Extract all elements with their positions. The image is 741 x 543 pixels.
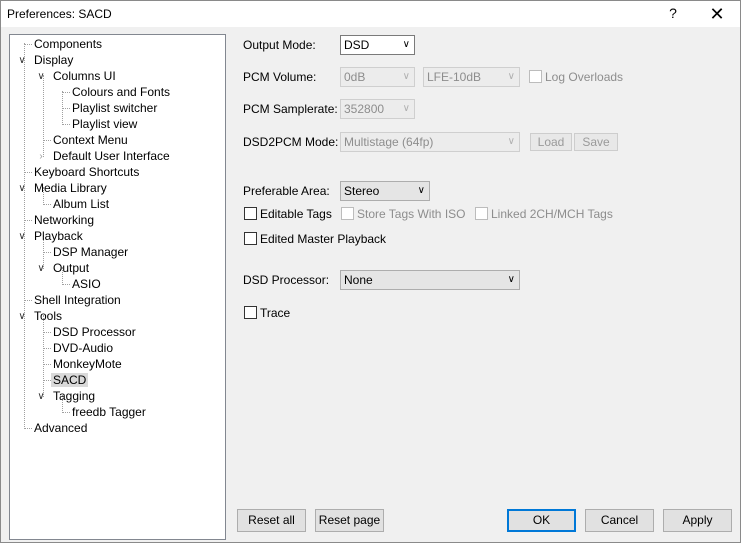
tree-item-playlist-switcher[interactable]: Playlist switcher [70, 100, 159, 116]
output-mode-select[interactable]: DSD ∨ [340, 35, 415, 55]
output-mode-label: Output Mode: [243, 38, 316, 52]
tree-line [43, 380, 51, 381]
tree-line [43, 348, 51, 349]
tree-item-dsp-manager[interactable]: DSP Manager [51, 244, 130, 260]
tree-item-playlist-view[interactable]: Playlist view [70, 116, 139, 132]
tree-item-dvd-audio[interactable]: DVD-Audio [51, 340, 115, 356]
apply-button[interactable]: Apply [663, 509, 732, 532]
chevron-down-icon: ∨ [507, 71, 515, 82]
tree-line [43, 252, 51, 253]
chevron-down-icon: ∨ [507, 274, 515, 285]
tree-item-keyboard-shortcuts[interactable]: Keyboard Shortcuts [32, 164, 141, 180]
tree-item-display[interactable]: Display [32, 52, 75, 68]
tree-item-media-library[interactable]: Media Library [32, 180, 109, 196]
dsd2pcm-mode-label: DSD2PCM Mode: [243, 135, 339, 149]
tree-item-colours-and-fonts[interactable]: Colours and Fonts [70, 84, 172, 100]
tree-item-shell-integration[interactable]: Shell Integration [32, 292, 123, 308]
lfe-volume-select[interactable]: LFE-10dB ∨ [423, 67, 520, 87]
chevron-down-icon: ∨ [402, 39, 410, 50]
tree-line [62, 108, 70, 109]
cancel-button[interactable]: Cancel [585, 509, 654, 532]
collapse-chevron-icon[interactable]: ∨ [17, 229, 27, 245]
tree-item-tagging[interactable]: Tagging [51, 388, 97, 404]
tree-line [62, 92, 70, 93]
tree-item-components[interactable]: Components [32, 36, 104, 52]
ok-button[interactable]: OK [507, 509, 576, 532]
tree-item-columns-ui[interactable]: Columns UI [51, 68, 118, 84]
tree-item-monkeymote[interactable]: MonkeyMote [51, 356, 124, 372]
expand-chevron-icon[interactable]: › [36, 149, 46, 165]
save-button[interactable]: Save [574, 133, 618, 151]
tree-item-playback[interactable]: Playback [32, 228, 85, 244]
tree-line [62, 284, 70, 285]
load-button[interactable]: Load [530, 133, 572, 151]
title-bar: Preferences: SACD ? ✕ [1, 1, 740, 27]
tree-line [24, 44, 32, 45]
collapse-chevron-icon[interactable]: ∨ [36, 69, 46, 85]
trace-checkbox[interactable]: Trace [244, 305, 304, 321]
close-button[interactable]: ✕ [705, 3, 729, 25]
tree-item-default-user-interface[interactable]: Default User Interface [51, 148, 172, 164]
tree-item-asio[interactable]: ASIO [70, 276, 103, 292]
chevron-down-icon: ∨ [402, 71, 410, 82]
pcm-samplerate-select[interactable]: 352800 ∨ [340, 99, 415, 119]
pcm-volume-label: PCM Volume: [243, 70, 317, 84]
linked-2ch-mch-tags-checkbox[interactable]: Linked 2CH/MCH Tags [475, 206, 613, 222]
tree-line [43, 315, 44, 397]
preferable-area-label: Preferable Area: [243, 184, 330, 198]
collapse-chevron-icon[interactable]: ∨ [36, 261, 46, 277]
dsd2pcm-mode-select[interactable]: Multistage (64fp) ∨ [340, 132, 520, 152]
store-tags-with-iso-checkbox[interactable]: Store Tags With ISO [341, 206, 466, 222]
chevron-down-icon: ∨ [402, 103, 410, 114]
tree-line [43, 204, 51, 205]
checkbox-box [244, 232, 257, 245]
tree-line [24, 172, 32, 173]
chevron-down-icon: ∨ [507, 136, 515, 147]
tree-line [24, 428, 32, 429]
tree-item-output[interactable]: Output [51, 260, 91, 276]
tree-line [43, 364, 51, 365]
edited-master-playback-checkbox[interactable]: Edited Master Playback [244, 231, 386, 247]
tree-item-networking[interactable]: Networking [32, 212, 96, 228]
tree-item-context-menu[interactable]: Context Menu [51, 132, 130, 148]
checkbox-box [529, 70, 542, 83]
help-button[interactable]: ? [663, 5, 683, 23]
editable-tags-checkbox[interactable]: Editable Tags [244, 206, 334, 222]
tree-item-advanced[interactable]: Advanced [32, 420, 89, 436]
checkbox-box [244, 306, 257, 319]
dsd-processor-label: DSD Processor: [243, 273, 330, 287]
pcm-volume-select[interactable]: 0dB ∨ [340, 67, 415, 87]
checkbox-box [475, 207, 488, 220]
tree-line [43, 75, 44, 157]
tree-item-tools[interactable]: Tools [32, 308, 64, 324]
tree-line [62, 412, 70, 413]
collapse-chevron-icon[interactable]: ∨ [17, 309, 27, 325]
tree-item-dsd-processor[interactable]: DSD Processor [51, 324, 138, 340]
preferable-area-select[interactable]: Stereo ∨ [340, 181, 430, 201]
tree-line [62, 124, 70, 125]
collapse-chevron-icon[interactable]: ∨ [36, 389, 46, 405]
tree-item-sacd[interactable]: SACD [51, 372, 89, 388]
preferences-window: Preferences: SACD ? ✕ ∨ ∨ › ∨ ∨ ∨ ∨ ∨ Co… [0, 0, 741, 543]
checkbox-box [341, 207, 354, 220]
tree-item-freedb-tagger[interactable]: freedb Tagger [70, 404, 148, 420]
log-overloads-checkbox[interactable]: Log Overloads [529, 69, 623, 85]
pcm-samplerate-label: PCM Samplerate: [243, 102, 338, 116]
tree-line [24, 300, 32, 301]
collapse-chevron-icon[interactable]: ∨ [17, 181, 27, 197]
chevron-down-icon: ∨ [417, 185, 425, 196]
collapse-chevron-icon[interactable]: ∨ [17, 53, 27, 69]
tree-line [43, 332, 51, 333]
preferences-tree[interactable]: ∨ ∨ › ∨ ∨ ∨ ∨ ∨ Components Display Colum… [9, 34, 226, 540]
checkbox-box [244, 207, 257, 220]
tree-line [24, 220, 32, 221]
tree-line [43, 140, 51, 141]
reset-page-button[interactable]: Reset page [315, 509, 384, 532]
reset-all-button[interactable]: Reset all [237, 509, 306, 532]
window-title: Preferences: SACD [7, 7, 112, 21]
dsd-processor-select[interactable]: None ∨ [340, 270, 520, 290]
tree-item-album-list[interactable]: Album List [51, 196, 111, 212]
